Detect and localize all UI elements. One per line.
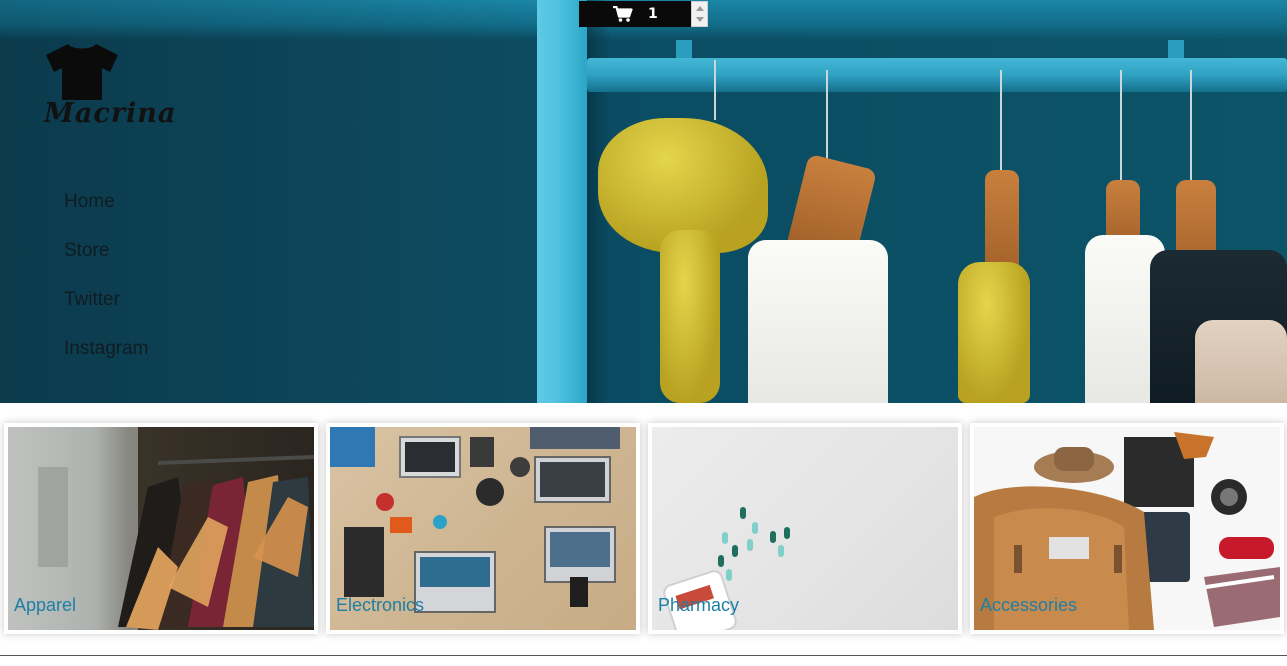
white-shirt bbox=[748, 240, 888, 403]
hanger-hook bbox=[714, 60, 716, 120]
apparel-image: Apparel bbox=[8, 427, 314, 630]
closet-post bbox=[537, 0, 587, 403]
yellow-garment bbox=[958, 262, 1030, 403]
cart-count: 1 bbox=[648, 6, 658, 22]
pharmacy-image: Pharmacy bbox=[652, 427, 958, 630]
category-label[interactable]: Electronics bbox=[336, 595, 424, 616]
hanger-hook bbox=[826, 70, 828, 160]
nav-item-store[interactable]: Store bbox=[64, 239, 148, 288]
clothes-rail bbox=[587, 58, 1287, 92]
category-card-apparel[interactable]: Apparel bbox=[4, 423, 318, 634]
hero-banner bbox=[0, 0, 1287, 403]
brand-logo[interactable]: Macrina bbox=[40, 40, 175, 135]
nav-item-instagram[interactable]: Instagram bbox=[64, 337, 148, 386]
quantity-stepper[interactable] bbox=[691, 1, 708, 27]
category-label[interactable]: Apparel bbox=[14, 595, 76, 616]
nav-item-twitter[interactable]: Twitter bbox=[64, 288, 148, 337]
category-label[interactable]: Pharmacy bbox=[658, 595, 739, 616]
stepper-up-icon[interactable] bbox=[696, 6, 704, 11]
category-card-electronics[interactable]: Electronics bbox=[326, 423, 640, 634]
beige-shirt bbox=[1195, 320, 1287, 403]
brand-name: Macrina bbox=[44, 98, 177, 129]
shopping-cart-icon[interactable] bbox=[613, 6, 633, 22]
cart-bar[interactable] bbox=[579, 1, 691, 27]
main-nav: Home Store Twitter Instagram bbox=[64, 190, 148, 386]
category-card-accessories[interactable]: Accessories bbox=[970, 423, 1284, 634]
category-grid: Apparel Electronics Pharmacy Accessories bbox=[4, 423, 1287, 635]
accessories-image: Accessories bbox=[974, 427, 1280, 630]
stepper-down-icon[interactable] bbox=[696, 17, 704, 22]
hanger-hook bbox=[1000, 70, 1002, 180]
hanger-hook bbox=[1120, 70, 1122, 180]
category-card-pharmacy[interactable]: Pharmacy bbox=[648, 423, 962, 634]
yellow-scarf bbox=[660, 230, 720, 403]
hanger-hook bbox=[1190, 70, 1192, 180]
category-label[interactable]: Accessories bbox=[980, 595, 1077, 616]
page-divider bbox=[0, 655, 1287, 656]
nav-item-home[interactable]: Home bbox=[64, 190, 148, 239]
t-shirt-icon bbox=[46, 44, 118, 100]
electronics-image: Electronics bbox=[330, 427, 636, 630]
